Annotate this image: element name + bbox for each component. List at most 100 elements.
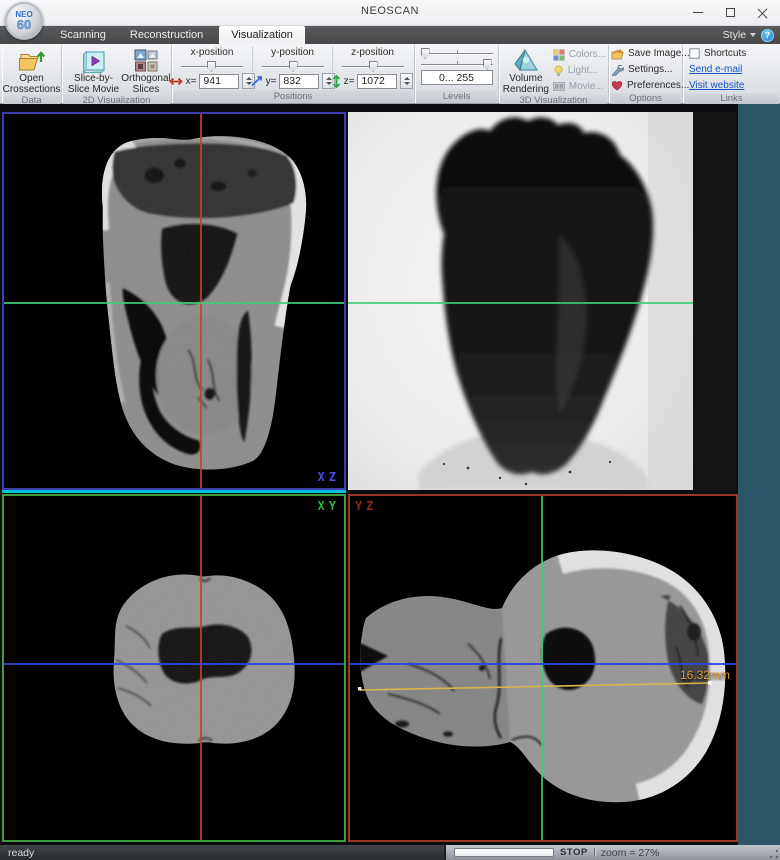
settings-button[interactable]: Settings...	[611, 62, 690, 77]
projection-side-strip	[693, 112, 738, 490]
app-menu-logo[interactable]: NEO 60	[5, 2, 43, 40]
group-positions-title: Positions	[173, 90, 413, 103]
preferences-icon	[611, 80, 623, 91]
volume-rendering-icon	[512, 48, 540, 74]
xz-view[interactable]: XZ	[2, 112, 346, 490]
slice-by-slice-movie-button[interactable]: Slice-by-Slice Movie	[64, 46, 123, 95]
yz-y-crosshair[interactable]	[350, 663, 736, 665]
z-axis-icon	[332, 75, 341, 88]
xz-x-crosshair[interactable]	[200, 114, 202, 488]
open-crossections-button[interactable]: Open Crossections	[4, 46, 60, 95]
shortcuts-toggle[interactable]: Shortcuts	[689, 46, 746, 61]
z-position-spinner[interactable]	[400, 73, 413, 89]
viewport-area: XZ	[0, 104, 780, 845]
viewport-background-strip	[738, 104, 780, 845]
shortcuts-label: Shortcuts	[704, 48, 746, 59]
spin-down-icon	[404, 82, 410, 85]
status-message-pane: ready	[0, 845, 446, 860]
logo-text-bottom: 60	[17, 19, 31, 31]
y-position-slider[interactable]	[262, 60, 324, 72]
xz-view-label: XZ	[318, 470, 340, 484]
maximize-button[interactable]	[714, 0, 746, 24]
group-data: Open Crossections Data	[2, 45, 62, 103]
send-email-link[interactable]: Send e-mail	[689, 62, 746, 77]
progress-bar	[454, 848, 554, 857]
movie-button[interactable]: Movie...	[553, 79, 606, 94]
x-position-slider[interactable]	[181, 60, 243, 72]
x-position-input[interactable]	[199, 74, 239, 89]
y-axis-icon	[250, 76, 263, 87]
ribbon-tabrow: Scanning Reconstruction Visualization St…	[0, 26, 780, 44]
slider-thumb[interactable]	[483, 59, 492, 70]
xy-y-crosshair[interactable]	[4, 663, 344, 665]
slider-thumb[interactable]	[289, 61, 298, 72]
spin-up-icon	[404, 77, 410, 80]
z-position-control: z-position z=	[332, 46, 412, 90]
tab-scanning[interactable]: Scanning	[48, 27, 118, 44]
preferences-button[interactable]: Preferences...	[611, 78, 690, 93]
statusbar: ready STOP zoom = 27%	[0, 845, 780, 860]
x-position-header: x-position	[191, 47, 234, 59]
xz-scan-image	[4, 114, 344, 488]
slider-tick	[457, 61, 458, 65]
ribbon: Open Crossections Data Slice-by-Slice Mo…	[0, 44, 780, 104]
colors-label: Colors...	[569, 49, 606, 60]
resize-grip[interactable]	[769, 849, 778, 858]
slider-thumb[interactable]	[207, 61, 216, 72]
minimize-button[interactable]	[682, 0, 714, 24]
send-email-label: Send e-mail	[689, 64, 742, 75]
orthogonal-slices-button[interactable]: Orthogonal Slices	[123, 46, 169, 95]
stop-button[interactable]: STOP	[560, 847, 588, 858]
volume-rendering-button[interactable]: Volume Rendering	[501, 46, 551, 95]
xz-slice-marker-line	[2, 490, 346, 493]
maximize-icon	[726, 8, 735, 17]
save-image-label: Save Image...	[628, 48, 690, 59]
y-position-input[interactable]	[279, 74, 319, 89]
settings-wrench-icon	[611, 64, 624, 76]
colors-button[interactable]: Colors...	[553, 47, 606, 62]
yz-scan-image	[350, 496, 736, 840]
tab-visualization[interactable]: Visualization	[219, 26, 305, 44]
xy-view[interactable]: XY	[2, 494, 346, 842]
xz-z-crosshair[interactable]	[4, 302, 344, 304]
levels-range-box[interactable]: 0... 255	[421, 70, 493, 85]
y-prefix: y=	[266, 76, 277, 87]
volume-rendering-label: Volume Rendering	[501, 74, 551, 95]
help-icon[interactable]: ?	[761, 29, 774, 42]
yz-z-crosshair[interactable]	[541, 496, 543, 840]
projection-view[interactable]	[348, 112, 693, 490]
style-dropdown-label: Style	[723, 29, 746, 41]
app-window: NEOSCAN NEO 60 Scanning Reconstruction V…	[0, 0, 780, 860]
measurement-endpoint-left[interactable]	[358, 687, 361, 690]
z-position-slider[interactable]	[342, 60, 404, 72]
titlebar: NEOSCAN	[0, 0, 780, 26]
yz-view[interactable]: YZ 16.32mm	[348, 494, 738, 842]
z-position-input[interactable]	[357, 74, 397, 89]
shortcuts-icon	[689, 48, 700, 59]
orthogonal-slices-icon	[134, 48, 159, 74]
x-prefix: x=	[186, 76, 197, 87]
window-title: NEOSCAN	[0, 5, 780, 17]
level-min-slider[interactable]	[421, 47, 493, 58]
slider-thumb[interactable]	[369, 61, 378, 72]
slice-movie-icon	[81, 48, 107, 74]
preferences-label: Preferences...	[627, 80, 689, 91]
save-image-button[interactable]: Save Image...	[611, 46, 690, 61]
visit-website-link[interactable]: Visit website	[689, 78, 746, 93]
projection-z-crosshair[interactable]	[348, 302, 693, 304]
status-separator	[594, 848, 595, 857]
open-crossections-label: Open Crossections	[3, 74, 61, 95]
tab-reconstruction[interactable]: Reconstruction	[118, 27, 215, 44]
z-position-header: z-position	[351, 47, 394, 59]
xy-x-crosshair[interactable]	[200, 496, 202, 840]
close-icon	[757, 7, 768, 18]
light-icon	[553, 65, 564, 77]
group-3d-visualization: Volume Rendering Colors...	[499, 45, 609, 103]
level-max-slider[interactable]	[421, 58, 493, 69]
xy-scan-image	[4, 496, 344, 840]
mouse-cursor	[705, 686, 738, 842]
movie-icon	[553, 81, 565, 92]
style-dropdown[interactable]: Style	[723, 29, 756, 41]
light-button[interactable]: Light...	[553, 63, 606, 78]
close-button[interactable]	[746, 0, 778, 24]
